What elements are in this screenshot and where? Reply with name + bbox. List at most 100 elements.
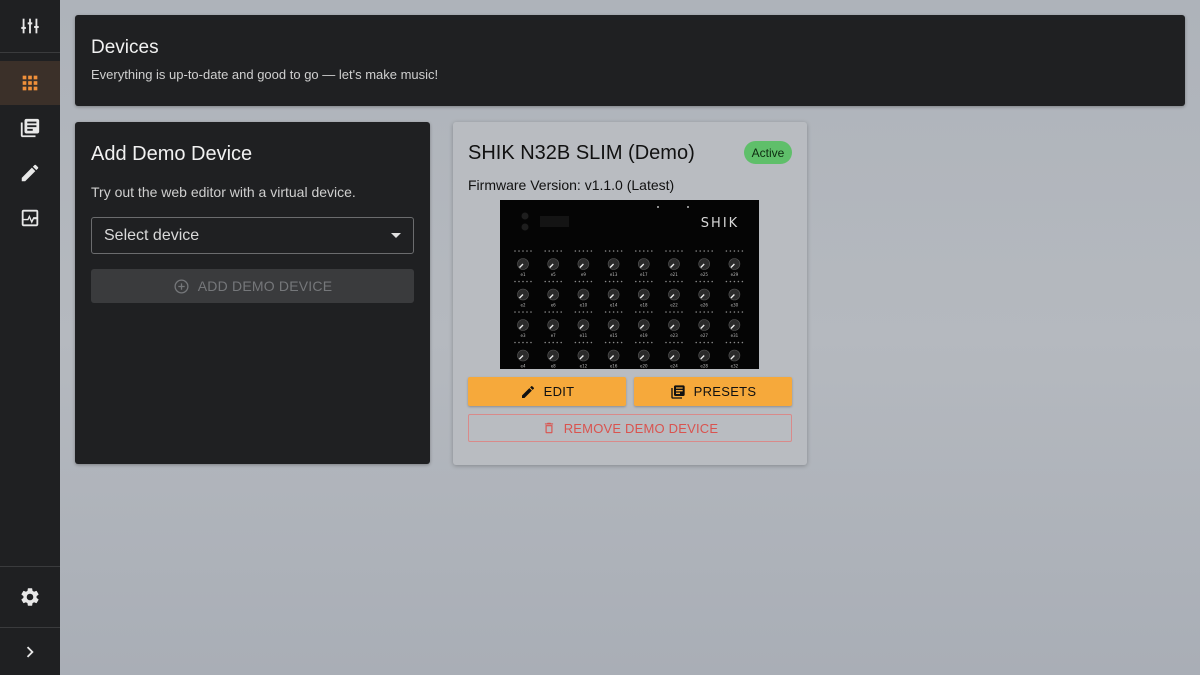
knob-scale-dot	[681, 280, 683, 283]
edit-button[interactable]: EDIT	[468, 377, 626, 406]
knob-scale-dot	[616, 250, 619, 252]
knob-scale-dot	[665, 280, 667, 283]
device-select[interactable]: Select device	[91, 217, 414, 254]
knob-scale-dot	[530, 341, 532, 344]
knob-scale-dot	[703, 311, 705, 313]
knob-scale-dot	[699, 250, 701, 252]
sidebar	[0, 0, 60, 675]
knob-scale-dot	[526, 280, 528, 283]
knob-label: e23	[670, 333, 678, 338]
knob-scale-dot	[612, 280, 615, 283]
sidebar-item-monitor[interactable]	[0, 196, 60, 240]
sidebar-divider	[0, 52, 60, 53]
device-led	[521, 212, 529, 220]
knob-scale-dot	[620, 341, 623, 344]
knob-scale-dot	[681, 311, 683, 313]
knob-scale-dot	[703, 280, 705, 283]
knob-scale-dot	[733, 280, 736, 283]
sidebar-item-presets[interactable]	[0, 106, 60, 150]
device-image: SHIK e1 e5 e9 e13 e17 e21 e25 e29 e2 e6 e10 e14 e18 e…	[500, 200, 759, 369]
knob-scale-dot	[586, 341, 589, 344]
knob-scale-dot	[707, 341, 709, 344]
knob	[577, 288, 590, 301]
knob-scale-dot	[590, 280, 593, 283]
knob	[698, 319, 710, 331]
knob-scale-dot	[522, 280, 524, 283]
knob-scale-dot	[604, 250, 607, 252]
knob	[547, 349, 560, 362]
knob-scale-dot	[578, 311, 581, 313]
knob-scale-dot	[737, 341, 740, 344]
knob-scale-dot	[560, 280, 562, 283]
knob-scale-dot	[616, 311, 619, 313]
knob-label: e20	[640, 364, 648, 369]
knob-scale-dot	[612, 341, 615, 344]
knob-scale-dot	[729, 341, 732, 344]
knob-label: e3	[520, 333, 525, 338]
knob-scale-dot	[643, 250, 645, 252]
knob-scale-dot	[681, 250, 683, 252]
knob-label: e24	[670, 364, 678, 369]
mixer-button[interactable]	[0, 4, 60, 48]
knob-scale-dot	[665, 250, 667, 252]
knob-scale-dot	[699, 311, 701, 313]
knob-scale-dot	[651, 341, 653, 344]
expand-sidebar-button[interactable]	[0, 630, 60, 674]
knob-scale-dot	[548, 280, 550, 283]
knob-label: e2	[520, 303, 525, 308]
device-logo: SHIK	[701, 216, 739, 231]
knob-scale-dot	[635, 250, 637, 252]
knob-scale-dot	[620, 280, 623, 283]
knob-scale-dot	[647, 311, 649, 313]
knob-scale-dot	[703, 341, 705, 344]
knob-scale-dot	[651, 311, 653, 313]
knob-scale-dot	[608, 250, 611, 252]
knob-scale-dot	[677, 341, 679, 344]
knob-label: e1	[520, 272, 525, 277]
knob-scale-dot	[582, 341, 585, 344]
knob-scale-dot	[522, 250, 524, 252]
knob-scale-dot	[669, 250, 671, 252]
knob-scale-dot	[741, 280, 744, 283]
knob-scale-dot	[639, 250, 641, 252]
knob-scale-dot	[741, 341, 744, 344]
settings-button[interactable]	[0, 575, 60, 619]
knob-scale-dot	[651, 250, 653, 252]
sidebar-item-devices[interactable]	[0, 61, 60, 105]
remove-demo-device-button[interactable]: REMOVE DEMO DEVICE	[468, 414, 792, 442]
knob-scale-dot	[677, 280, 679, 283]
knob-label: e19	[640, 333, 648, 338]
plus-circle-icon	[174, 278, 189, 294]
knob	[547, 288, 560, 301]
add-demo-device-button[interactable]: ADD DEMO DEVICE	[91, 269, 414, 303]
knob-scale-dot	[582, 250, 585, 252]
knob-scale-dot	[699, 341, 701, 344]
card-title: Add Demo Device	[91, 143, 253, 165]
monitor-pulse-icon	[21, 209, 39, 227]
knob-scale-dot	[544, 250, 546, 252]
knob-scale-dot	[695, 250, 697, 252]
sidebar-item-editor[interactable]	[0, 151, 60, 195]
knob-scale-dot	[612, 250, 615, 252]
device-card: SHIK N32B SLIM (Demo) Active Firmware Ve…	[453, 122, 807, 465]
knob-scale-dot	[590, 341, 593, 344]
knob-scale-dot	[711, 311, 713, 313]
knob-scale-dot	[647, 250, 649, 252]
knob-scale-dot	[673, 280, 675, 283]
knob-scale-dot	[620, 311, 623, 313]
knob	[698, 288, 710, 301]
knob-scale-dot	[544, 341, 546, 344]
knob-scale-dot	[548, 250, 550, 252]
knob-scale-dot	[639, 341, 641, 344]
knob	[728, 288, 741, 301]
mixer-icon	[21, 18, 39, 34]
knob-label: e15	[610, 333, 618, 338]
knob-scale-dot	[643, 341, 645, 344]
knob-scale-dot	[733, 341, 736, 344]
library-icon	[20, 118, 40, 138]
knob-scale-dot	[582, 280, 585, 283]
knob-label: e14	[610, 303, 618, 308]
knob-label: e8	[551, 364, 556, 369]
presets-button[interactable]: PRESETS	[634, 377, 792, 406]
knob-label: e30	[731, 303, 739, 308]
